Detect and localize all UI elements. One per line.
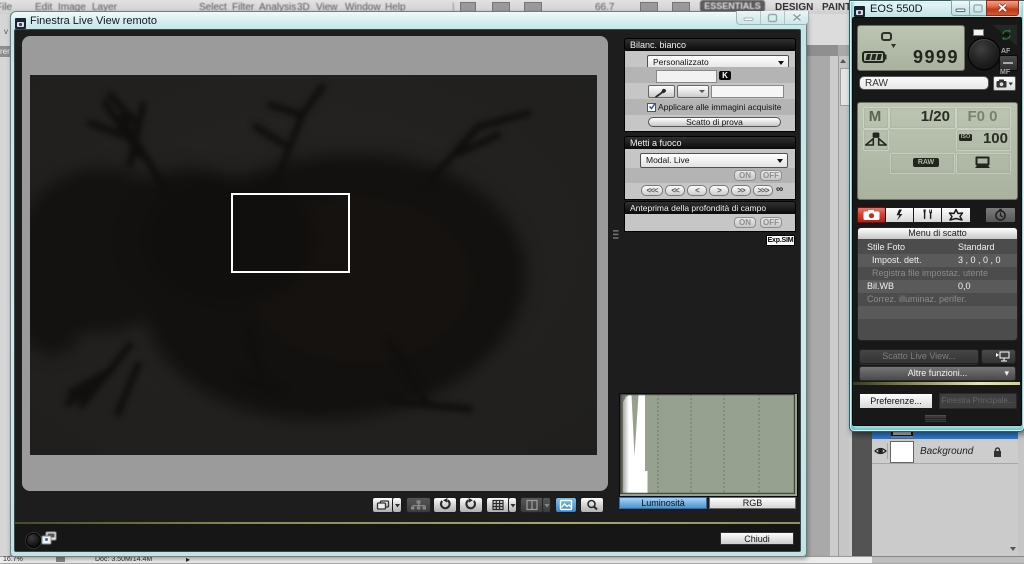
- svg-text:9999: 9999: [913, 47, 959, 67]
